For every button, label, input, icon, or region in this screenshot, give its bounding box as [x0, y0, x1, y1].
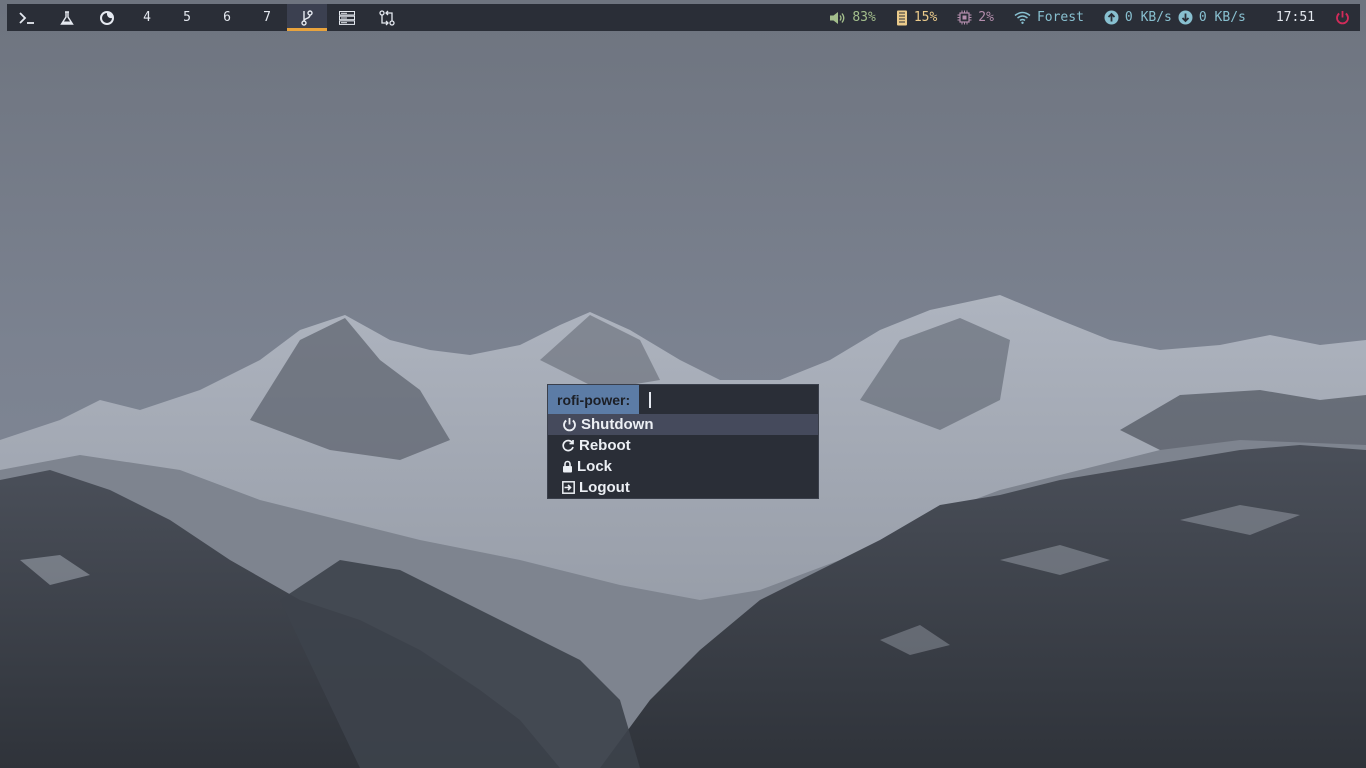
rofi-power-menu: rofi-power: Shutdown Reboot Lock Logout — [547, 384, 819, 499]
wifi-icon — [1014, 11, 1031, 24]
cpu-module: 2% — [947, 4, 1004, 31]
rofi-item-reboot[interactable]: Reboot — [548, 435, 818, 456]
workspace-5[interactable]: 5 — [167, 4, 207, 31]
wifi-module[interactable]: Forest — [1004, 4, 1094, 31]
download-arrow-icon — [1178, 10, 1193, 25]
text-caret — [649, 391, 652, 408]
cpu-icon — [957, 10, 972, 25]
volume-icon — [830, 11, 845, 24]
logout-icon — [562, 481, 575, 494]
volume-module[interactable]: 83% — [819, 4, 885, 31]
workspace-9-server[interactable] — [327, 4, 367, 31]
workspace-2-flask[interactable] — [47, 4, 87, 31]
power-menu-button[interactable] — [1329, 4, 1360, 31]
workspace-label: 7 — [263, 10, 271, 25]
clock-time: 17:51 — [1275, 10, 1315, 25]
firefox-icon — [100, 10, 114, 25]
upload-speed: 0 KB/s — [1124, 10, 1172, 25]
rofi-item-shutdown[interactable]: Shutdown — [548, 414, 818, 435]
network-speed-module: 0 KB/s 0 KB/s — [1094, 4, 1256, 31]
rofi-item-label: Lock — [577, 458, 613, 475]
cpu-value: 2% — [978, 10, 994, 25]
workspace-1-terminal[interactable] — [7, 4, 47, 31]
git-compare-icon — [379, 9, 395, 26]
bar-spacer — [407, 4, 819, 31]
top-status-bar: 4 5 6 7 83% 15% 2% Forest 0 KB/s 0 KB/s … — [7, 4, 1360, 31]
flask-icon — [60, 10, 74, 25]
rofi-item-label: Logout — [579, 479, 630, 496]
power-icon — [1336, 11, 1349, 25]
upload-arrow-icon — [1104, 10, 1119, 25]
lock-icon — [563, 460, 572, 473]
rofi-header: rofi-power: — [548, 385, 818, 414]
download-speed: 0 KB/s — [1198, 10, 1246, 25]
workspace-label: 5 — [183, 10, 191, 25]
rofi-item-lock[interactable]: Lock — [548, 456, 818, 477]
workspace-3-firefox[interactable] — [87, 4, 127, 31]
memory-icon — [896, 10, 907, 25]
rofi-search-input[interactable] — [639, 385, 818, 414]
workspace-6[interactable]: 6 — [207, 4, 247, 31]
memory-value: 15% — [913, 10, 938, 25]
server-icon — [339, 10, 355, 25]
reboot-icon — [562, 439, 574, 452]
volume-value: 83% — [852, 10, 876, 25]
workspace-8-git-active[interactable] — [287, 4, 327, 31]
rofi-item-logout[interactable]: Logout — [548, 477, 818, 498]
rofi-item-label: Shutdown — [581, 416, 654, 433]
clock-module[interactable]: 17:51 — [1256, 4, 1329, 31]
memory-module: 15% — [886, 4, 947, 31]
power-icon — [563, 418, 576, 432]
terminal-icon — [19, 11, 34, 24]
rofi-prompt: rofi-power: — [548, 385, 640, 414]
rofi-options-list: Shutdown Reboot Lock Logout — [548, 414, 818, 498]
workspace-4[interactable]: 4 — [127, 4, 167, 31]
workspace-label: 6 — [223, 10, 231, 25]
workspace-label: 4 — [143, 10, 151, 25]
workspace-10-git-compare[interactable] — [367, 4, 407, 31]
wifi-ssid: Forest — [1036, 10, 1084, 25]
rofi-item-label: Reboot — [579, 437, 631, 454]
workspace-7[interactable]: 7 — [247, 4, 287, 31]
git-branch-icon — [301, 9, 313, 26]
